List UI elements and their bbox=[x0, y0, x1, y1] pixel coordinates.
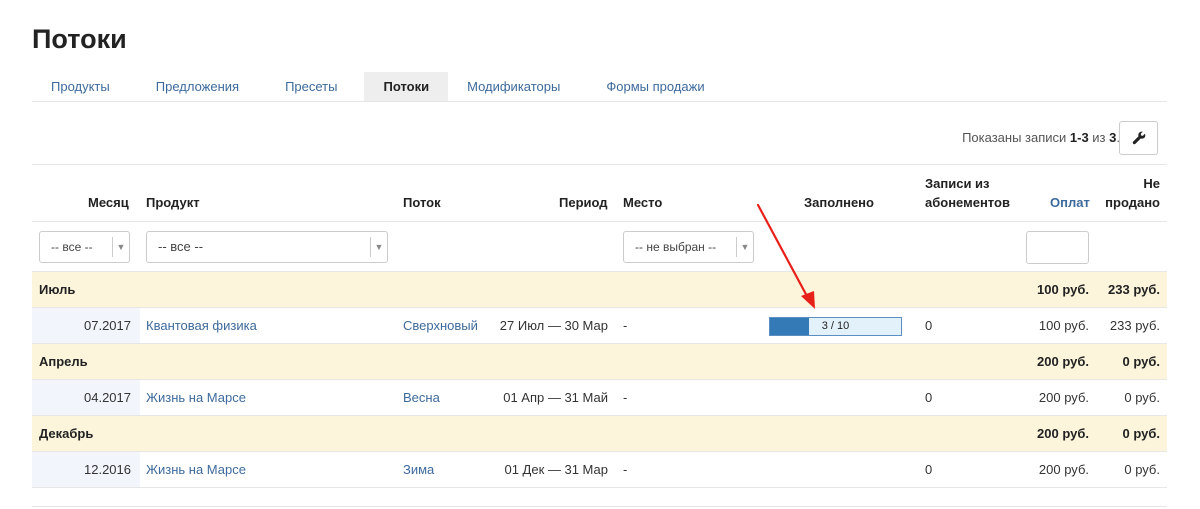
annotation-arrow-head bbox=[801, 291, 815, 309]
annotation-arrow-overlay bbox=[756, 203, 815, 309]
annotation-arrow-line bbox=[756, 203, 810, 300]
